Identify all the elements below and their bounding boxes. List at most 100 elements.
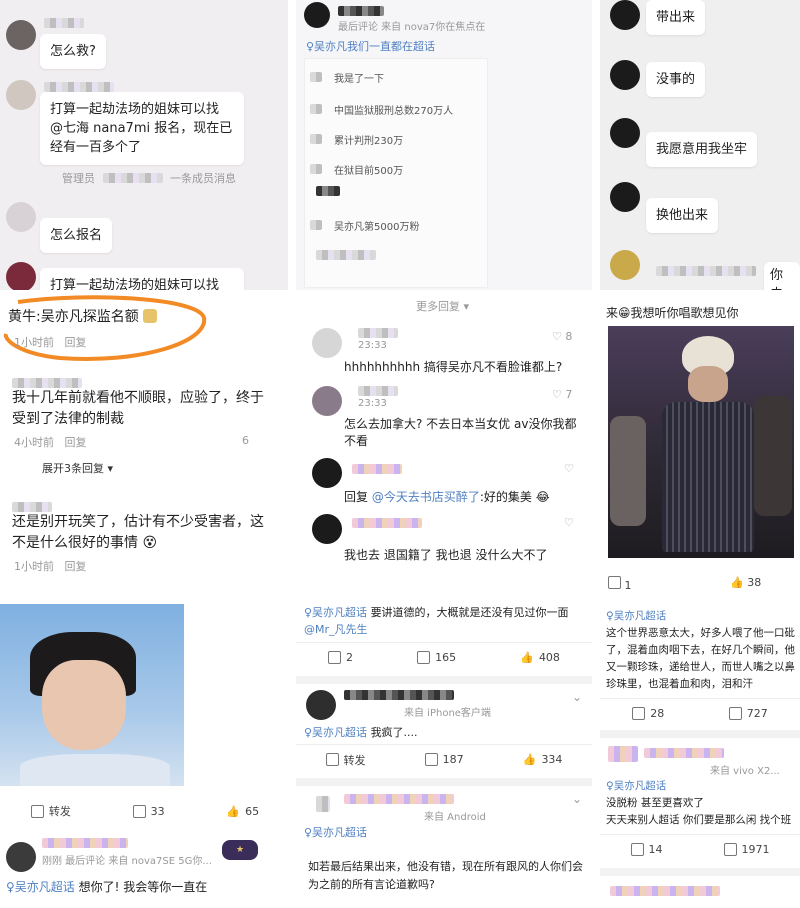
- comment-icon: [417, 651, 431, 664]
- repost-button[interactable]: 2: [328, 651, 353, 664]
- post-meta: 最后评论 来自 nova7你在焦点在: [338, 22, 486, 33]
- repost-button[interactable]: 转发: [325, 752, 366, 768]
- embedded-row: 我是了一下: [310, 66, 480, 88]
- topic-link[interactable]: ♀吴亦凡超话: [304, 824, 367, 840]
- embedded-row: 在狱目前500万: [310, 158, 480, 180]
- photo-post-right: 来😁我想听你唱歌想见你 1 👍 38: [600, 292, 800, 596]
- avatar[interactable]: [610, 0, 640, 30]
- like-button[interactable]: 727: [728, 707, 768, 720]
- mention-link[interactable]: @今天去书店买醉了: [372, 490, 480, 504]
- expand-replies[interactable]: 展开3条回复 ▾: [42, 460, 113, 476]
- comment-text: 我也去 退国籍了 我也退 没什么大不了: [344, 548, 548, 562]
- comment-text: 还是别开玩笑了，估计有不少受害者，这不是什么很好的事情 😵: [12, 514, 264, 551]
- post-photo[interactable]: [0, 604, 184, 786]
- like-button[interactable]: 👍 65: [226, 805, 259, 818]
- chat-message: 我愿意用我坐牢: [646, 132, 758, 167]
- chevron-down-icon[interactable]: ⌄: [572, 792, 582, 806]
- like-icon: 👍: [522, 753, 537, 766]
- photo-post-left: 转发 33 👍 65 刚刚 最后评论 来自 nova7SE 5G你... ★ ♀吴…: [0, 604, 290, 908]
- message-meta: 管理员 一条成员消息: [62, 172, 236, 185]
- badge-icon: ★: [222, 840, 258, 860]
- like-icon: 👍: [730, 576, 744, 589]
- avatar[interactable]: [6, 20, 36, 50]
- reply-link[interactable]: 回复: [65, 560, 87, 573]
- chat-message: 打算一起劫法场的姐妹可以找: [40, 268, 244, 290]
- avatar[interactable]: [610, 182, 640, 212]
- chevron-down-icon: ▾: [107, 462, 114, 475]
- like-count[interactable]: ♡ 7: [552, 388, 572, 401]
- like-icon: [728, 707, 742, 720]
- like-button[interactable]: 👍 334: [523, 753, 563, 766]
- chat-message: 带出来: [646, 0, 706, 35]
- chat-message: 怎么报名: [40, 218, 113, 253]
- avatar[interactable]: [6, 80, 36, 110]
- comment-text: 回复 @今天去书店买醉了:好的集美 😂: [344, 490, 550, 504]
- like-button[interactable]: 1971: [723, 843, 770, 856]
- post-text: ♀吴亦凡超话 想你了! 我会等你一直在: [6, 880, 208, 894]
- avatar[interactable]: [6, 202, 36, 232]
- topic-link[interactable]: ♀吴亦凡超话: [606, 610, 666, 622]
- like-button[interactable]: 👍 408: [520, 651, 560, 664]
- avatar[interactable]: [312, 328, 342, 358]
- emoji-icon: 😁: [618, 306, 631, 320]
- posts-panel-center: ♀吴亦凡超话 要讲道德的，大概就是还没有见过你一面 @Mr_凡先生 2 165 …: [296, 596, 592, 908]
- like-icon: 👍: [520, 651, 534, 664]
- post-meta: 刚刚 最后评论 来自 nova7SE 5G你...: [42, 856, 212, 867]
- chat-message: 打算一起劫法场的姐妹可以找 @七海 nana7mi 报名，现在已经有一百多个了: [40, 92, 244, 165]
- post-photo[interactable]: [608, 326, 794, 558]
- post-text: 来😁我想听你唱歌想见你: [606, 306, 739, 320]
- topic-link[interactable]: ♀吴亦凡超话: [304, 606, 367, 619]
- avatar[interactable]: [6, 842, 36, 872]
- comment-button[interactable]: 33: [132, 804, 165, 818]
- comment-meta: 4小时前 回复: [14, 436, 87, 449]
- comment-icon: [630, 843, 644, 856]
- repost-button[interactable]: 转发: [30, 803, 71, 819]
- comment-button[interactable]: 14: [630, 843, 663, 856]
- comment-icon: [424, 753, 438, 766]
- embedded-row: 累计判刑230万: [310, 128, 480, 150]
- reply-link[interactable]: 回复: [65, 436, 87, 449]
- like-icon[interactable]: ♡: [564, 462, 574, 475]
- comment-button[interactable]: 187: [424, 753, 464, 766]
- mention-link[interactable]: @Mr_凡先生: [304, 623, 368, 636]
- chevron-down-icon[interactable]: ⌄: [572, 690, 582, 704]
- topic-link[interactable]: ♀吴亦凡超话: [6, 880, 75, 894]
- reply-link[interactable]: 回复: [65, 336, 87, 349]
- post-text: ♀吴亦凡超话 要讲道德的，大概就是还没有见过你一面 @Mr_凡先生: [304, 606, 569, 636]
- avatar[interactable]: [610, 118, 640, 148]
- repost-icon: [608, 576, 621, 589]
- emoji-icon: 😵: [142, 535, 158, 551]
- comment-button[interactable]: 28: [632, 707, 664, 720]
- comment-button[interactable]: 165: [417, 651, 456, 664]
- chat-message: 没事的: [646, 62, 706, 97]
- avatar[interactable]: [6, 262, 36, 290]
- like-count[interactable]: ♡ 8: [552, 330, 572, 343]
- post-text: ♀吴亦凡超话 我疯了....: [304, 726, 418, 739]
- comment-text: 怎么去加拿大? 不去日本当女优 av没你我都不看: [344, 417, 577, 448]
- topic-link[interactable]: ♀吴亦凡我们一直都在超话: [306, 38, 435, 54]
- like-count[interactable]: 6: [242, 434, 249, 447]
- avatar[interactable]: [304, 2, 330, 28]
- avatar[interactable]: [610, 250, 640, 280]
- post-text: ♀吴亦凡超话 这个世界恶意太大，好多人喂了他一口砒了，混着血肉咽下去，在好几个瞬…: [606, 610, 795, 690]
- avatar[interactable]: [312, 386, 342, 416]
- comment-meta: 1小时前 回复: [14, 560, 87, 573]
- chat-message: 换他出来: [646, 198, 719, 233]
- avatar[interactable]: [610, 60, 640, 90]
- topic-link[interactable]: ♀吴亦凡超话: [304, 726, 367, 739]
- avatar[interactable]: [306, 690, 336, 720]
- repost-icon: [328, 651, 342, 664]
- chat-message: 你去: [764, 262, 800, 290]
- like-icon[interactable]: ♡: [564, 516, 574, 529]
- chat-panel-left: 怎么救? 打算一起劫法场的姐妹可以找 @七海 nana7mi 报名，现在已经有一…: [0, 0, 288, 290]
- topic-link[interactable]: ♀吴亦凡超话: [606, 780, 666, 792]
- comment-text: 我十几年前就看他不顺眼，应验了，终于受到了法律的制裁: [12, 390, 264, 427]
- posts-panel-right: ♀吴亦凡超话 这个世界恶意太大，好多人喂了他一口砒了，混着血肉咽下去，在好几个瞬…: [600, 600, 800, 908]
- message-text: 打算一起劫法场的姐妹可以找 @七海 nana7mi 报名，现在已经有一百多个了: [50, 102, 233, 155]
- more-replies[interactable]: 更多回复 ▾: [416, 298, 469, 314]
- avatar[interactable]: [312, 458, 342, 488]
- embedded-row: 中国监狱服刑总数270万人: [310, 98, 480, 120]
- embedded-row: 吴亦凡第5000万粉: [310, 214, 480, 236]
- avatar[interactable]: [312, 514, 342, 544]
- post-panel-middle-top: 最后评论 来自 nova7你在焦点在 ♀吴亦凡我们一直都在超话 我是了一下 中国…: [296, 0, 592, 290]
